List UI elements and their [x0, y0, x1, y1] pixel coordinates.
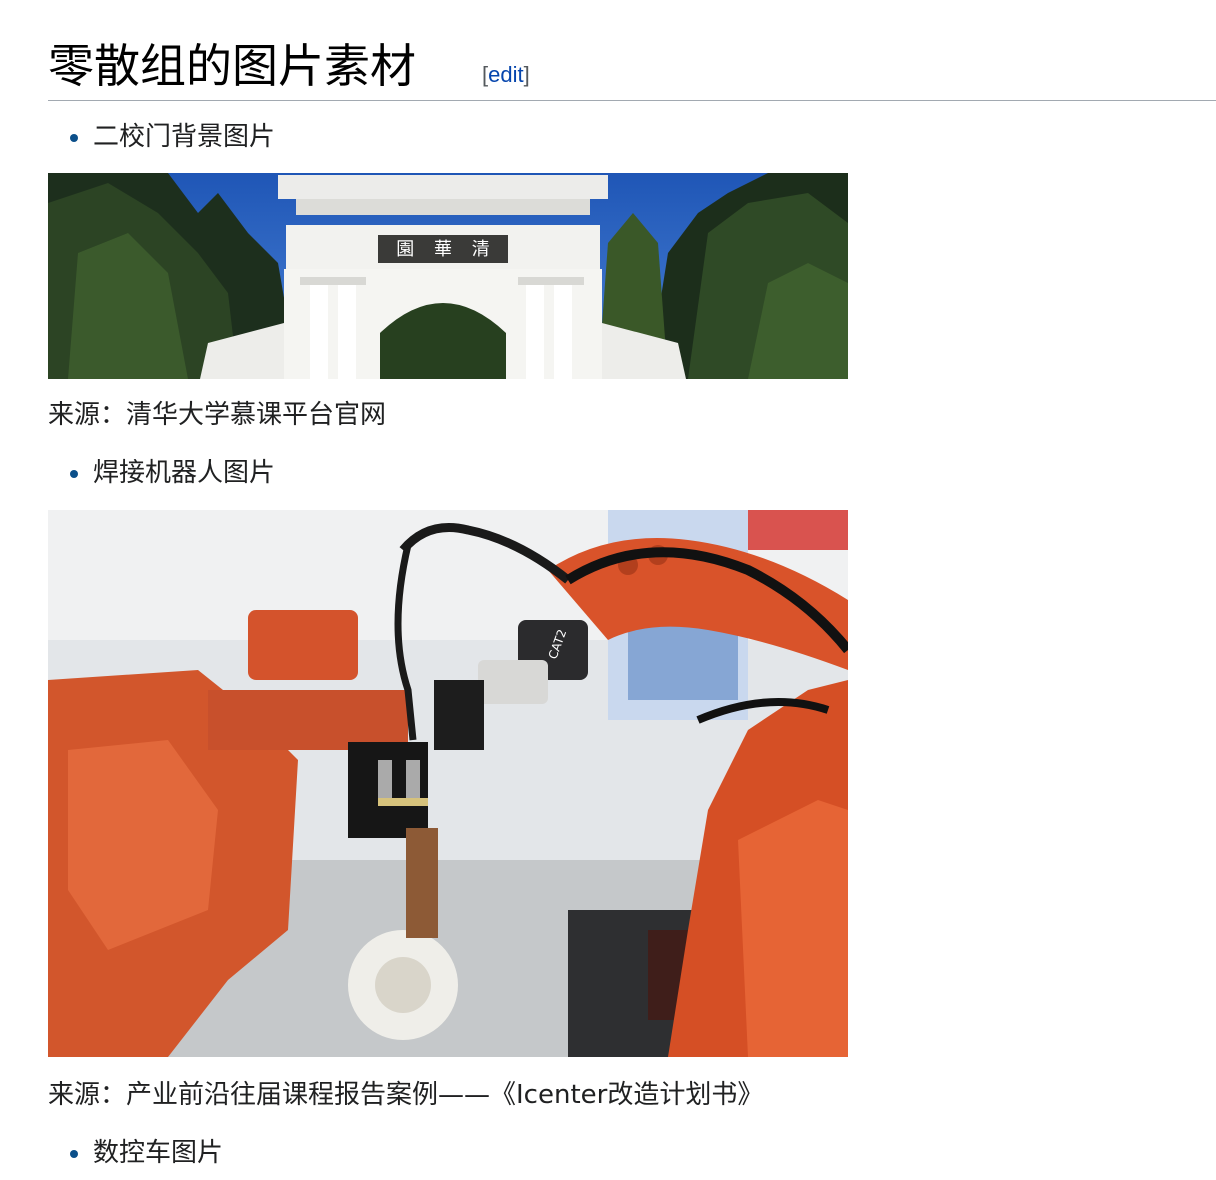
- edit-section: [edit]: [482, 62, 530, 87]
- page-title: 零散组的图片素材: [48, 39, 416, 93]
- list-item: 焊接机器人图片: [70, 456, 275, 490]
- list-item: 二校门背景图片: [70, 120, 275, 154]
- list-item-label: 二校门背景图片: [93, 122, 276, 152]
- edit-link[interactable]: edit: [488, 62, 523, 87]
- gate-sign-text: 園 華 清: [396, 239, 489, 260]
- welding-robot-image: CAT2: [48, 510, 848, 1057]
- gate-image: 園 華 清: [48, 173, 848, 379]
- list-item: 数控车图片: [70, 1136, 223, 1170]
- section-heading: 零散组的图片素材 [edit]: [48, 28, 1216, 101]
- list-item-label: 焊接机器人图片: [93, 458, 276, 488]
- list-item-label: 数控车图片: [93, 1138, 224, 1168]
- image-caption: 来源：产业前沿往届课程报告案例——《Icenter改造计划书》: [48, 1080, 764, 1110]
- image-caption: 来源：清华大学慕课平台官网: [48, 400, 387, 430]
